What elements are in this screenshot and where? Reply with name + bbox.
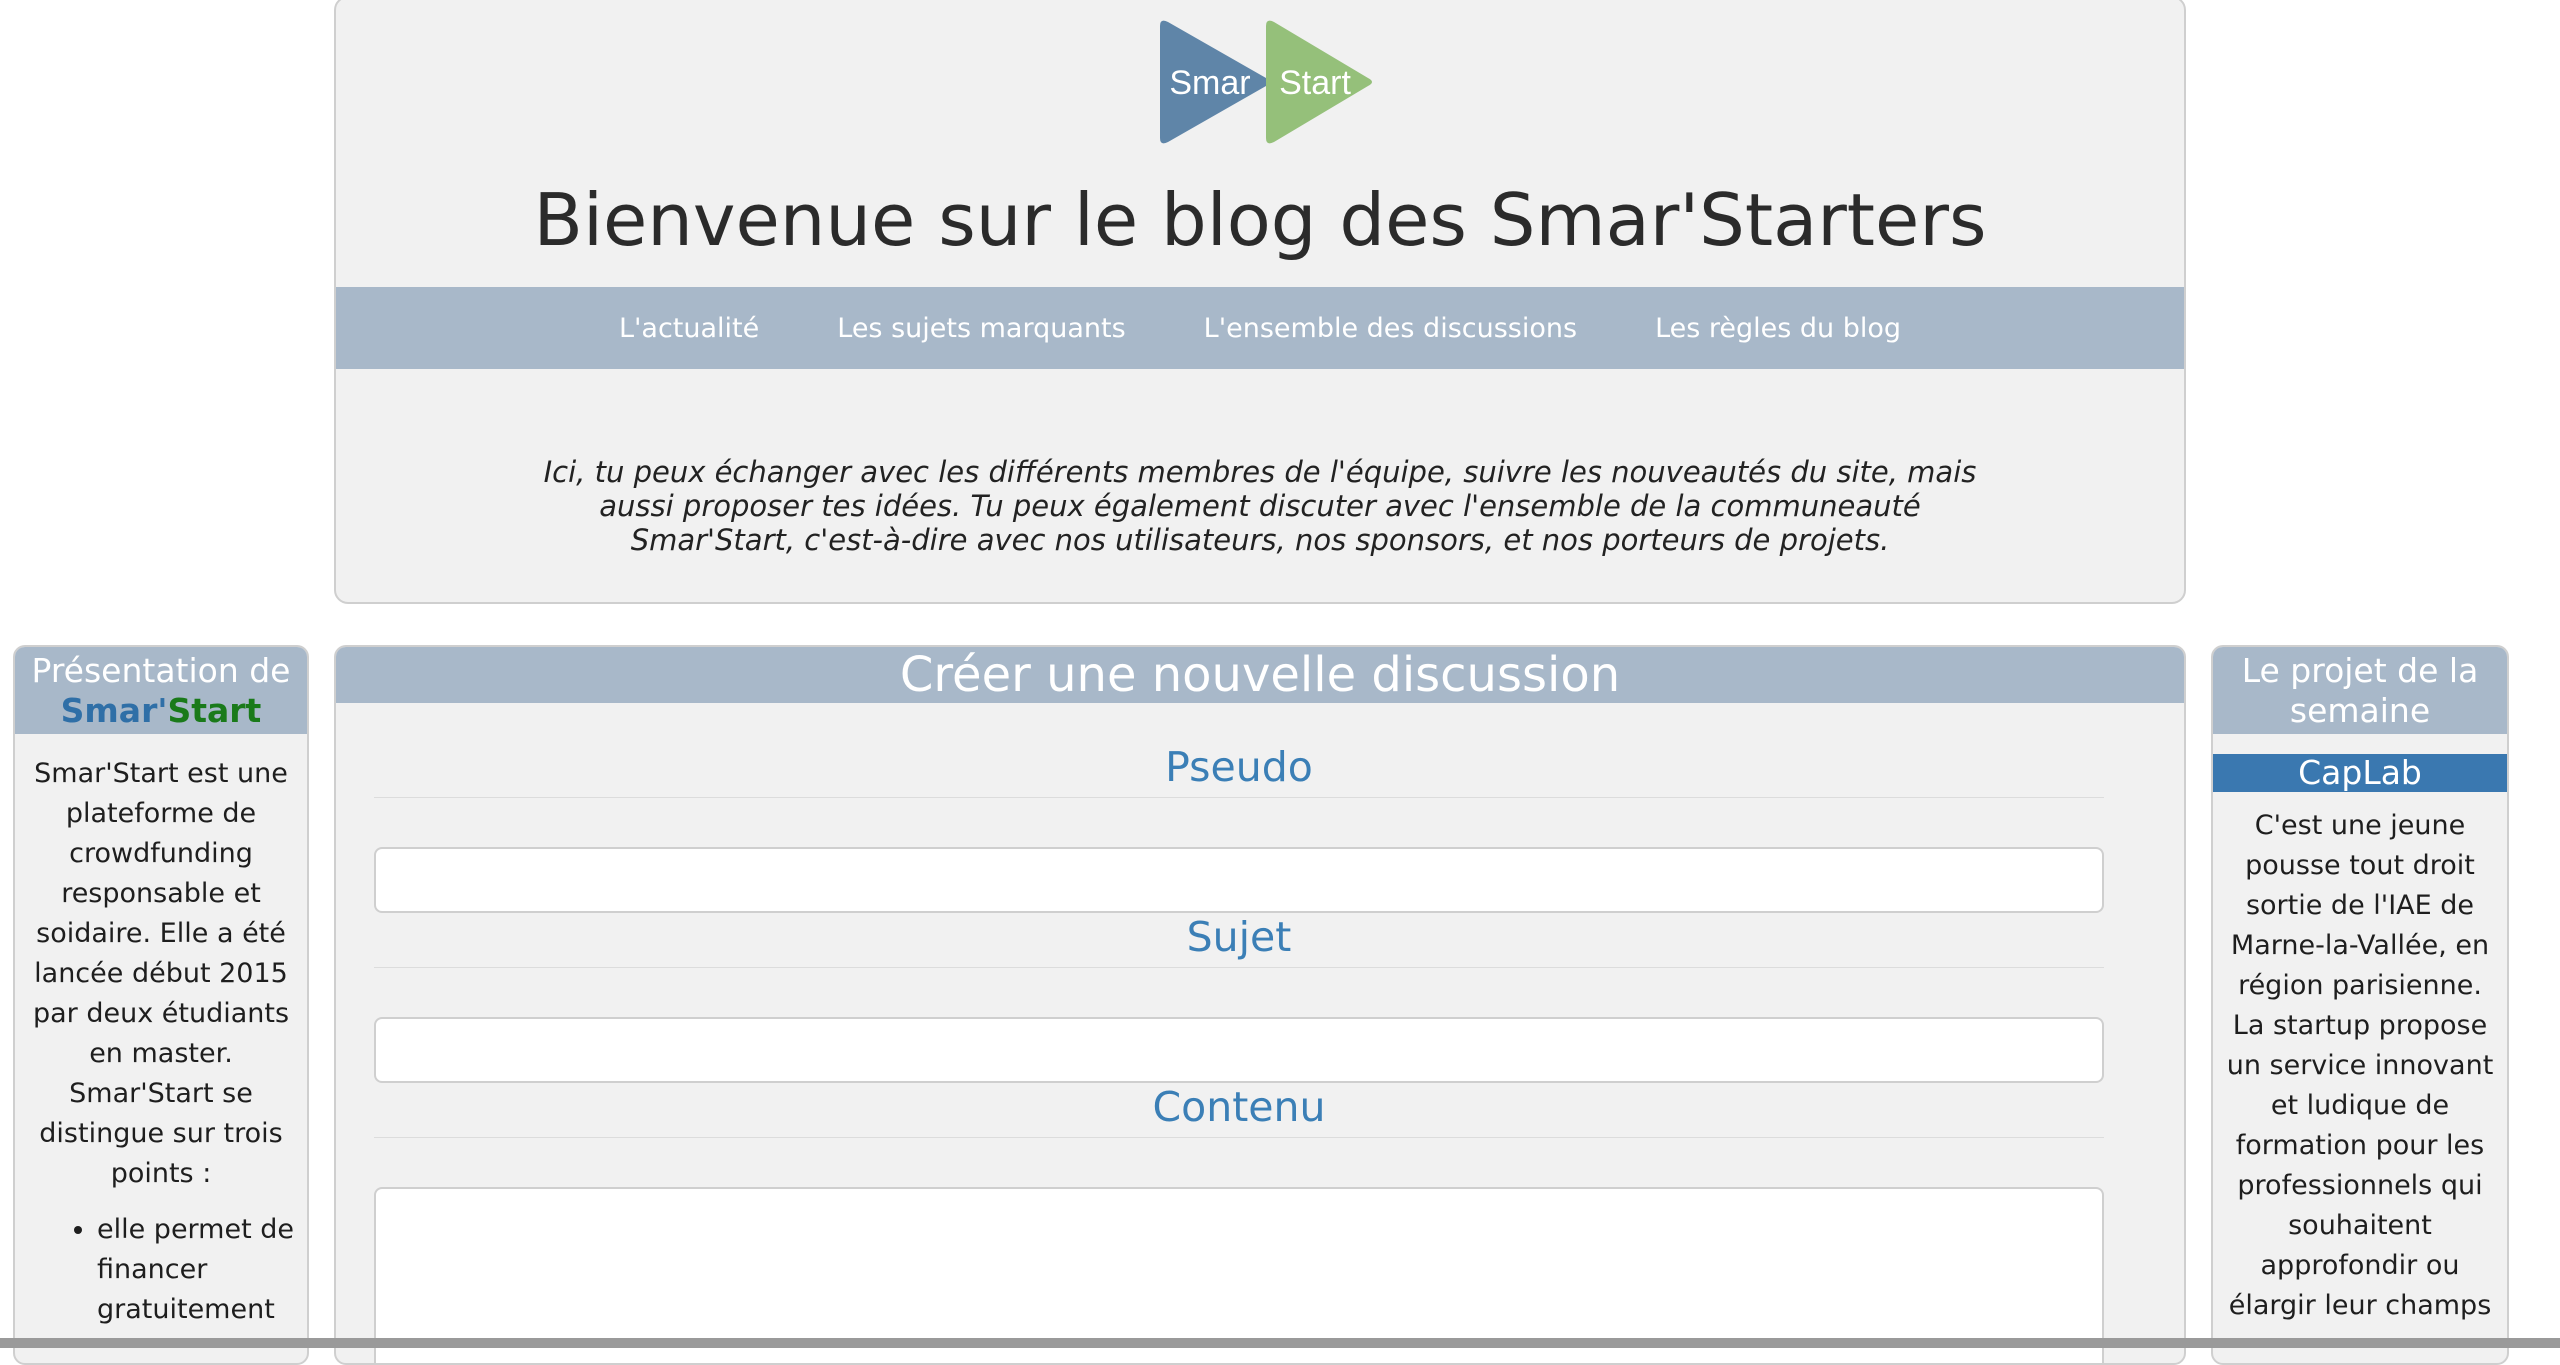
nav-link-sujets-marquants[interactable]: Les sujets marquants [837, 313, 1125, 344]
pseudo-label: Pseudo [374, 743, 2104, 798]
presentation-title: Présentation de [31, 651, 291, 690]
sujet-input[interactable] [374, 1017, 2104, 1083]
logo-graphic: Smar Start [1160, 20, 1372, 144]
project-of-week-panel: Le projet de la semaine CapLab C'est une… [2211, 645, 2509, 1365]
new-discussion-form: Créer une nouvelle discussion Pseudo Suj… [334, 645, 2186, 1365]
brand-name-part1: Smar' [60, 691, 168, 730]
presentation-panel: Présentation de Smar'Start Smar'Start es… [13, 645, 309, 1365]
form-title: Créer une nouvelle discussion [336, 647, 2184, 703]
nav-link-discussions[interactable]: L'ensemble des discussions [1204, 313, 1577, 344]
pseudo-input[interactable] [374, 847, 2104, 913]
brand-name: Smar'Start [19, 691, 303, 731]
brand-name-part2: Start [167, 691, 262, 730]
project-description: C'est une jeune pousse tout droit sortie… [2226, 810, 2494, 1321]
list-item: elle permet de financer gratuitement [97, 1210, 307, 1330]
site-header: Smar Start Bienvenue sur le blog des Sma… [334, 0, 2186, 604]
project-name[interactable]: CapLab [2213, 754, 2507, 792]
window-bottom-edge [0, 1338, 2560, 1348]
sujet-label: Sujet [374, 913, 2104, 968]
main-nav: L'actualité Les sujets marquants L'ensem… [336, 287, 2184, 369]
contenu-label: Contenu [374, 1083, 2104, 1138]
presentation-panel-header: Présentation de Smar'Start [15, 647, 307, 734]
smarstart-logo[interactable]: Smar Start [1150, 16, 1376, 148]
logo-text-right: Start [1279, 64, 1351, 102]
nav-link-actualite[interactable]: L'actualité [619, 313, 759, 344]
presentation-text: Smar'Start est une plateforme de crowdfu… [32, 758, 290, 1189]
presentation-list: elle permet de financer gratuitement [15, 1210, 307, 1330]
page-title: Bienvenue sur le blog des Smar'Starters [533, 178, 1987, 262]
nav-link-regles[interactable]: Les règles du blog [1655, 313, 1901, 344]
logo-text-left: Smar [1169, 64, 1250, 102]
project-panel-header: Le projet de la semaine [2213, 647, 2507, 734]
intro-text: Ici, tu peux échanger avec les différent… [543, 455, 1977, 557]
